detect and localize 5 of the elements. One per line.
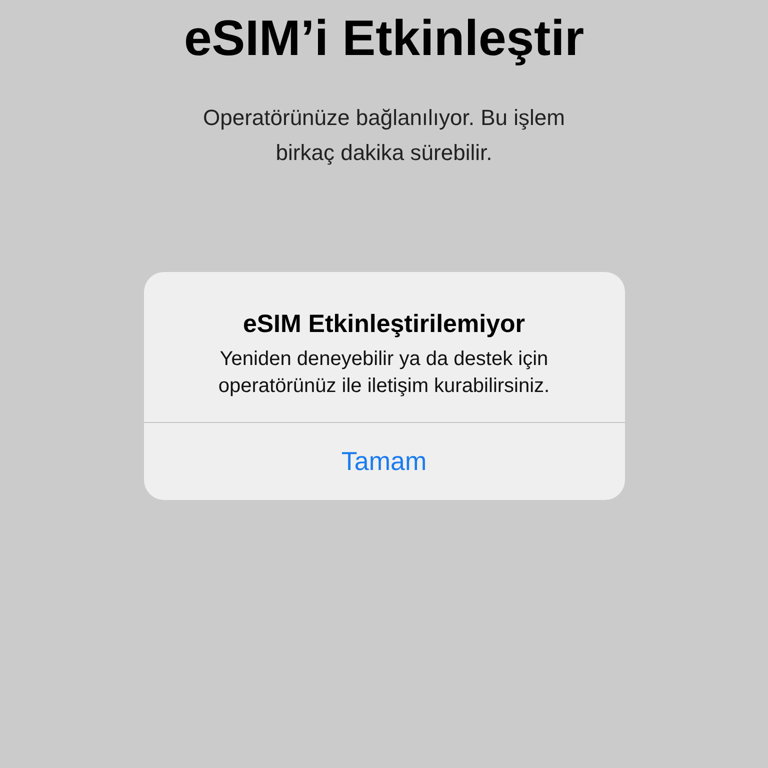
- page-title: eSIM’i Etkinleştir: [184, 9, 584, 68]
- page-subtitle: Operatörünüze bağlanılıyor. Bu işlem birkaç dakika sürebilir.: [202, 104, 566, 167]
- alert-message: Yeniden deneyebilir ya da destek için operatörünüz ile iletişim kurabilirsiniz.: [217, 347, 551, 399]
- ok-button[interactable]: Tamam: [144, 423, 624, 500]
- alert-title: eSIM Etkinleştirilemiyor: [242, 309, 526, 340]
